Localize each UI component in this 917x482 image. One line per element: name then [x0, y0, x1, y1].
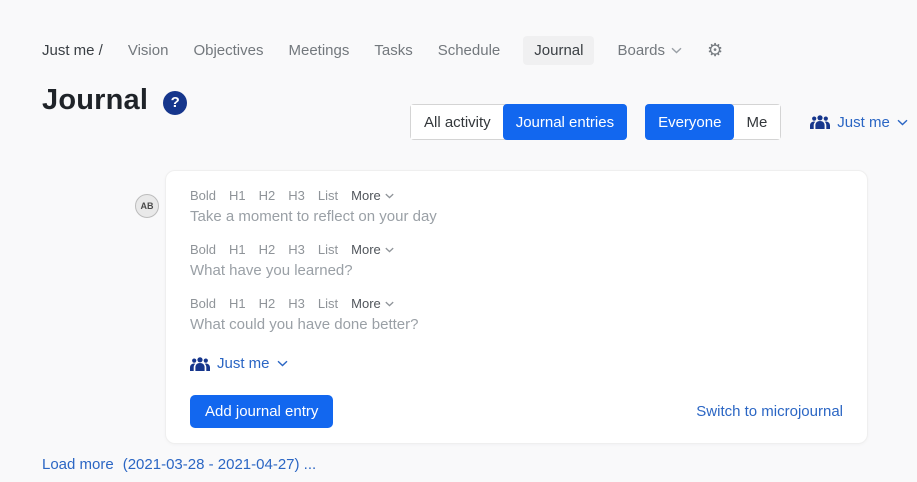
composer-actions: Add journal entry Switch to microjournal [190, 395, 843, 428]
scope-selector[interactable]: Just me [810, 114, 908, 131]
nav-item-objectives[interactable]: Objectives [193, 42, 263, 59]
h3-button[interactable]: H3 [288, 188, 305, 204]
breadcrumb[interactable]: Just me / [42, 42, 103, 59]
learned-editor-input[interactable]: What have you learned? [190, 261, 843, 281]
editor-block-reflect: Bold H1 H2 H3 List More Take a moment to… [190, 188, 843, 227]
h1-button[interactable]: H1 [229, 296, 246, 312]
switch-to-microjournal-link[interactable]: Switch to microjournal [696, 403, 843, 420]
load-more-link[interactable]: Load more (2021-03-28 - 2021-04-27) ... [42, 456, 316, 473]
filter-all-activity[interactable]: All activity [411, 105, 504, 139]
visibility-selector[interactable]: Just me [190, 355, 843, 372]
add-journal-entry-button[interactable]: Add journal entry [190, 395, 333, 428]
h2-button[interactable]: H2 [259, 296, 276, 312]
chevron-down-icon [897, 119, 908, 126]
more-button[interactable]: More [351, 296, 394, 312]
filter-everyone[interactable]: Everyone [645, 104, 734, 140]
h3-button[interactable]: H3 [288, 296, 305, 312]
more-button[interactable]: More [351, 242, 394, 258]
bold-button[interactable]: Bold [190, 296, 216, 312]
load-more-label: Load more [42, 456, 114, 473]
people-group-icon [810, 115, 830, 129]
audience-filter-group: Everyone Me [645, 104, 781, 140]
list-button[interactable]: List [318, 296, 338, 312]
load-more-range: (2021-03-28 - 2021-04-27) ... [123, 456, 316, 473]
chevron-down-icon [385, 301, 394, 307]
reflect-editor-input[interactable]: Take a moment to reflect on your day [190, 207, 843, 227]
help-icon[interactable]: ? [163, 91, 187, 115]
h1-button[interactable]: H1 [229, 188, 246, 204]
nav-item-meetings[interactable]: Meetings [288, 42, 349, 59]
h3-button[interactable]: H3 [288, 242, 305, 258]
editor-block-learned: Bold H1 H2 H3 List More What have you le… [190, 242, 843, 281]
nav-item-schedule[interactable]: Schedule [438, 42, 501, 59]
nav-item-journal[interactable]: Journal [523, 36, 594, 65]
people-group-icon [190, 357, 210, 371]
chevron-down-icon [277, 360, 288, 367]
nav-item-boards-label: Boards [617, 42, 665, 59]
more-button-label: More [351, 188, 381, 204]
filter-me[interactable]: Me [733, 105, 780, 139]
activity-filter-group: All activity Journal entries [410, 104, 627, 140]
chevron-down-icon [671, 47, 682, 54]
nav-item-vision[interactable]: Vision [128, 42, 169, 59]
more-button[interactable]: More [351, 188, 394, 204]
editor-toolbar: Bold H1 H2 H3 List More [190, 188, 843, 204]
h2-button[interactable]: H2 [259, 188, 276, 204]
filter-journal-entries[interactable]: Journal entries [503, 104, 627, 140]
h1-button[interactable]: H1 [229, 242, 246, 258]
editor-toolbar: Bold H1 H2 H3 List More [190, 296, 843, 312]
bold-button[interactable]: Bold [190, 188, 216, 204]
more-button-label: More [351, 242, 381, 258]
more-button-label: More [351, 296, 381, 312]
editor-block-better: Bold H1 H2 H3 List More What could you h… [190, 296, 843, 335]
gear-icon[interactable]: ⚙ [707, 41, 723, 59]
top-nav: Just me / Vision Objectives Meetings Tas… [42, 41, 723, 59]
list-button[interactable]: List [318, 188, 338, 204]
nav-item-tasks[interactable]: Tasks [374, 42, 412, 59]
avatar: AB [135, 194, 159, 218]
scope-selector-label: Just me [837, 114, 890, 131]
editor-toolbar: Bold H1 H2 H3 List More [190, 242, 843, 258]
chevron-down-icon [385, 247, 394, 253]
bold-button[interactable]: Bold [190, 242, 216, 258]
h2-button[interactable]: H2 [259, 242, 276, 258]
page-title: Journal [42, 84, 148, 117]
chevron-down-icon [385, 193, 394, 199]
list-button[interactable]: List [318, 242, 338, 258]
visibility-selector-label: Just me [217, 355, 270, 372]
filter-controls: All activity Journal entries Everyone Me… [410, 104, 908, 140]
better-editor-input[interactable]: What could you have done better? [190, 315, 843, 335]
nav-item-boards[interactable]: Boards [617, 42, 682, 59]
page-header: Journal ? [42, 84, 187, 117]
journal-composer-card: AB Bold H1 H2 H3 List More Take a moment… [165, 170, 868, 444]
